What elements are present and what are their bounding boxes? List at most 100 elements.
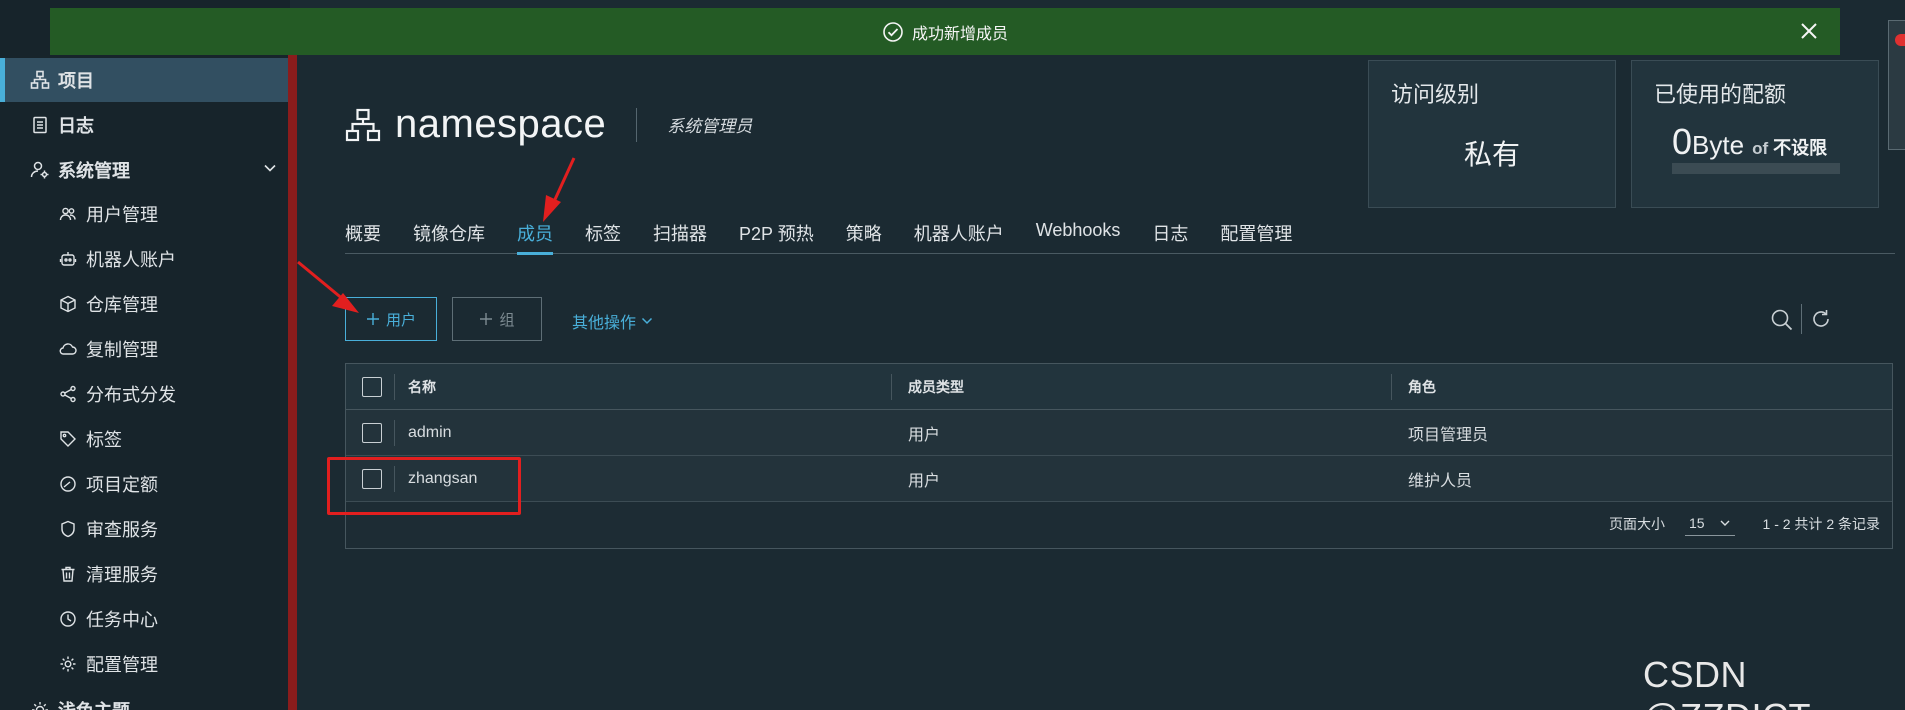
sidebar-item-admin[interactable]: 系统管理: [30, 148, 130, 192]
card-label: 已使用的配额: [1654, 82, 1787, 107]
member-type: 用户: [908, 427, 941, 444]
sidebar: 项目 日志 系统管理 用户管理 机器人账户 仓库管理 复制管理 分布式分发 标签: [0, 0, 290, 710]
cube-icon: [58, 294, 78, 314]
page-title: namespace: [395, 102, 607, 146]
sidebar-item-label: 系统管理: [58, 161, 130, 181]
gear-icon: [58, 654, 78, 674]
chevron-down-icon: [641, 317, 653, 325]
member-name: admin: [408, 424, 452, 441]
clock-icon: [58, 609, 78, 629]
success-toast: 成功新增成员: [50, 8, 1840, 55]
refresh-icon[interactable]: [1810, 308, 1832, 330]
add-user-button[interactable]: 用户: [345, 297, 437, 341]
sidebar-item-registries[interactable]: 仓库管理: [58, 282, 158, 326]
tab-repositories[interactable]: 镜像仓库: [413, 216, 485, 254]
add-user-label: 用户: [385, 311, 416, 329]
tab-logs[interactable]: 日志: [1152, 216, 1188, 254]
row-checkbox[interactable]: [362, 423, 382, 443]
sidebar-item-logs[interactable]: 日志: [30, 103, 94, 147]
sidebar-item-label: 仓库管理: [86, 295, 158, 315]
sidebar-item-distribution[interactable]: 分布式分发: [58, 372, 176, 416]
shield-icon: [58, 519, 78, 539]
member-role: 维护人员: [1408, 473, 1473, 490]
page-size-label: 页面大小: [1608, 516, 1665, 532]
title-divider: [636, 107, 638, 142]
sidebar-item-labels[interactable]: 标签: [58, 417, 122, 461]
add-group-label: 组: [499, 311, 515, 329]
share-icon: [58, 384, 78, 404]
sidebar-item-projects[interactable]: 项目: [0, 58, 288, 102]
quota-used: 0: [1672, 121, 1693, 162]
tab-policy[interactable]: 策略: [846, 216, 882, 254]
sidebar-item-label: 机器人账户: [86, 250, 176, 270]
log-icon: [30, 115, 50, 135]
watermark: CSDN @ZZDICT: [1643, 654, 1811, 710]
column-header-type[interactable]: 成员类型: [908, 364, 964, 410]
member-type: 用户: [908, 473, 941, 490]
tab-scanner[interactable]: 扫描器: [653, 216, 707, 254]
robot-icon: [58, 249, 78, 269]
sidebar-item-users[interactable]: 用户管理: [58, 192, 158, 236]
sidebar-item-jobs[interactable]: 任务中心: [58, 597, 158, 641]
card-label: 访问级别: [1391, 82, 1480, 107]
table-row[interactable]: admin 用户 项目管理员: [346, 410, 1892, 456]
table-row[interactable]: zhangsan 用户 维护人员: [346, 456, 1892, 502]
sidebar-item-label: 任务中心: [86, 610, 158, 630]
add-group-button[interactable]: 组: [452, 297, 542, 341]
notification-dot: [1895, 34, 1905, 46]
dashboard-icon: [58, 474, 78, 494]
sidebar-item-cleanup[interactable]: 清理服务: [58, 552, 158, 596]
users-icon: [58, 204, 78, 224]
column-divider: [891, 374, 892, 400]
sidebar-item-robots[interactable]: 机器人账户: [58, 237, 176, 281]
cloud-icon: [58, 339, 78, 359]
project-tabs: 概要 镜像仓库 成员 标签 扫描器 P2P 预热 策略 机器人账户 Webhoo…: [345, 216, 1895, 255]
sidebar-item-label: 浅色主题: [58, 697, 130, 710]
more-actions-dropdown[interactable]: 其他操作: [572, 309, 654, 333]
search-icon[interactable]: [1770, 308, 1794, 332]
tab-labels[interactable]: 标签: [585, 216, 621, 254]
sidebar-item-replication[interactable]: 复制管理: [58, 327, 158, 371]
chevron-down-icon[interactable]: [262, 160, 278, 176]
column-divider: [394, 374, 395, 400]
more-actions-label: 其他操作: [572, 315, 637, 332]
tab-p2p-preheat[interactable]: P2P 预热: [739, 216, 814, 254]
sidebar-item-label: 清理服务: [86, 565, 158, 585]
close-icon[interactable]: [1798, 20, 1820, 42]
sidebar-item-label: 审查服务: [86, 520, 158, 540]
quota-readout: 0 Byte of 不设限: [1672, 121, 1827, 163]
tab-summary[interactable]: 概要: [345, 216, 381, 254]
select-all-checkbox[interactable]: [362, 377, 382, 397]
plus-icon: [480, 313, 493, 325]
sidebar-item-label: 用户管理: [86, 205, 158, 225]
column-header-name[interactable]: 名称: [408, 364, 436, 410]
tab-configuration[interactable]: 配置管理: [1220, 216, 1292, 254]
sidebar-item-theme[interactable]: 浅色主题: [30, 688, 130, 710]
access-level-value: 私有: [1463, 139, 1520, 170]
page-header: namespace 系统管理员: [345, 102, 752, 147]
sidebar-item-audit[interactable]: 审查服务: [58, 507, 158, 551]
page-size-value: 15: [1688, 514, 1705, 531]
tab-robot-accounts[interactable]: 机器人账户: [914, 216, 1004, 254]
user-role: 系统管理员: [667, 117, 753, 136]
pagination-summary: 1 - 2 共计 2 条记录: [1762, 516, 1880, 532]
column-divider: [394, 420, 395, 446]
sidebar-item-quotas[interactable]: 项目定额: [58, 462, 158, 506]
sidebar-item-label: 标签: [86, 430, 122, 450]
tab-members[interactable]: 成员: [517, 216, 553, 255]
page-size-select[interactable]: 15: [1684, 513, 1735, 536]
sidebar-item-label: 配置管理: [86, 655, 158, 675]
sidebar-item-label: 日志: [58, 116, 94, 136]
toolbar-divider: [1801, 304, 1802, 334]
quota-unit: Byte: [1692, 130, 1745, 160]
column-header-role[interactable]: 角色: [1408, 364, 1436, 410]
sidebar-item-config[interactable]: 配置管理: [58, 642, 158, 686]
members-table: 名称 成员类型 角色 admin 用户 项目管理员 zhangsan 用户 维护…: [345, 363, 1893, 549]
trash-icon: [58, 564, 78, 584]
sidebar-divider: [288, 55, 297, 710]
sidebar-item-label: 分布式分发: [86, 385, 176, 405]
check-circle-icon: [883, 21, 903, 42]
tab-webhooks[interactable]: Webhooks: [1036, 216, 1121, 254]
annotation-arrow-tab: [543, 157, 576, 222]
tag-icon: [58, 429, 78, 449]
